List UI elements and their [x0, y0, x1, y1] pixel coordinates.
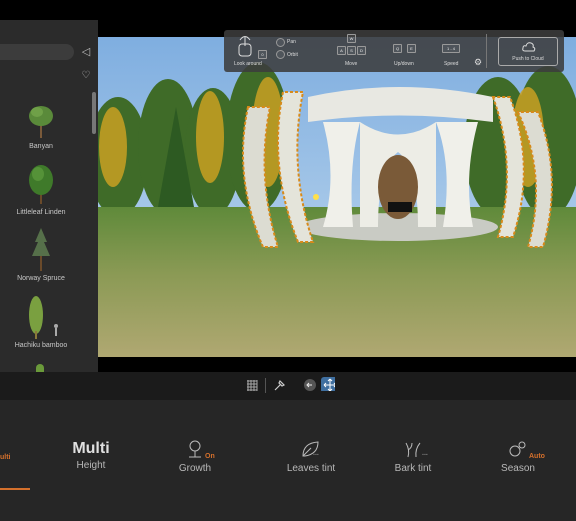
3d-viewport[interactable]	[98, 37, 576, 357]
bark-tint-badge: ...	[422, 450, 428, 457]
bamboo-thumbnail	[29, 296, 58, 339]
bark-tint-control[interactable]: Bark tint	[390, 440, 436, 474]
season-badge: Auto	[529, 453, 545, 460]
height-value: Multi	[72, 440, 110, 457]
plant-item-banyan[interactable]: Banyan	[0, 102, 82, 150]
key-d: D	[357, 46, 366, 55]
push-to-cloud-button[interactable]: Push to Cloud	[498, 37, 558, 66]
key-a: A	[337, 46, 346, 55]
grid-icon[interactable]	[245, 378, 259, 392]
active-tab-underline	[0, 488, 30, 490]
updown-label: Up/down	[394, 61, 414, 67]
season-icon	[509, 441, 526, 457]
navigation-help-panel: 0 Look around Pan Orbit W A S D Move Q E…	[224, 30, 564, 72]
settings-gear-icon[interactable]: ⚙	[474, 57, 482, 68]
banyan-thumbnail	[29, 106, 53, 138]
sidebar-scrollbar[interactable]	[92, 92, 96, 134]
plant-label: Banyan	[29, 143, 53, 150]
move-label: Move	[345, 61, 358, 67]
eyedropper-icon[interactable]	[272, 378, 286, 392]
pan-label: Pan	[287, 39, 296, 45]
multi-tab-label[interactable]: ulti	[0, 454, 11, 461]
top-bar	[0, 0, 576, 20]
back-arrow-icon[interactable]	[303, 378, 317, 392]
orbit-label: Orbit	[287, 52, 298, 58]
plant-label: Norway Spruce	[17, 275, 65, 282]
leaves-tint-badge: ...	[313, 450, 319, 457]
season-label: Season	[501, 463, 535, 474]
key-w: W	[347, 34, 356, 43]
library-search-input[interactable]	[0, 44, 74, 60]
plant-properties-panel: ulti Multi Height Growth On Leaves tint …	[0, 400, 576, 521]
plant-library-sidebar: ◁ ♡ Banyan Littleleaf Linden Norway Spru…	[0, 20, 98, 372]
linden-thumbnail	[29, 165, 53, 204]
plant-item-spruce[interactable]: Norway Spruce	[0, 226, 82, 282]
pan-icon	[276, 38, 285, 47]
scene-render	[98, 37, 576, 357]
plant-label: Hachiku bamboo	[14, 342, 68, 349]
mouse-key: 0	[258, 50, 267, 59]
height-control[interactable]: Multi Height	[66, 440, 116, 471]
leaves-tint-label: Leaves tint	[286, 463, 336, 474]
look-around-label: Look around	[234, 61, 262, 67]
orbit-icon	[276, 50, 285, 59]
look-around-icon	[238, 36, 252, 57]
collapse-sidebar-icon[interactable]: ◁	[80, 45, 92, 59]
growth-icon	[189, 440, 201, 458]
key-s: S	[347, 46, 356, 55]
leaves-tint-control[interactable]: Leaves tint	[283, 440, 339, 474]
next-plant-thumbnail[interactable]	[36, 364, 44, 372]
bark-tint-label: Bark tint	[394, 463, 432, 474]
plant-item-bamboo[interactable]: Hachiku bamboo	[0, 295, 82, 349]
key-e: E	[407, 44, 416, 53]
panel-divider	[486, 34, 487, 68]
speed-label: Speed	[444, 61, 459, 67]
favorite-heart-icon[interactable]: ♡	[80, 70, 92, 82]
plant-label: Littleleaf Linden	[16, 209, 66, 216]
viewport-toolbar	[0, 372, 576, 400]
bark-icon	[405, 442, 421, 458]
key-q: Q	[393, 44, 402, 53]
speed-keys: 1 - 4	[442, 44, 460, 53]
spruce-thumbnail	[32, 228, 50, 271]
push-to-cloud-label: Push to Cloud	[512, 56, 544, 62]
plant-item-linden[interactable]: Littleleaf Linden	[0, 162, 82, 216]
growth-badge: On	[205, 453, 215, 460]
toolbar-divider	[265, 378, 266, 393]
move-tool-icon[interactable]	[321, 377, 335, 391]
growth-label: Growth	[178, 463, 212, 474]
height-label: Height	[76, 460, 106, 471]
cloud-upload-icon	[522, 42, 536, 52]
